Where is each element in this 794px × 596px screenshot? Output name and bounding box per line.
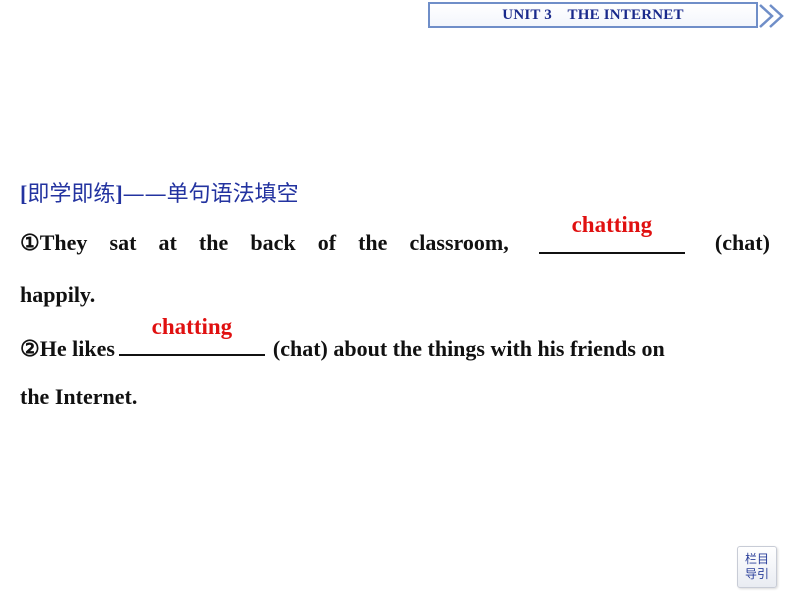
hint: (chat) [714, 230, 770, 255]
answer-blank: chatting [538, 212, 685, 254]
section-guide-button[interactable]: 栏目 导引 [737, 546, 777, 588]
unit-title: UNIT 3 THE INTERNET [502, 6, 684, 23]
exercise-2-line-1: ②He likes chatting (chat) about the things… [20, 314, 665, 361]
answer-blank: chatting [118, 314, 265, 356]
exercise-number: ② [20, 336, 40, 361]
exercise-2-line-2: the Internet. [20, 384, 138, 409]
exercise-1-line-1: ①They sat at the back of the classroom, … [20, 212, 770, 255]
exercise-number: ① [20, 230, 40, 255]
unit-title-banner: UNIT 3 THE INTERNET [428, 2, 758, 28]
exercise-1-line-2: happily. [20, 282, 96, 307]
answer-text: chatting [151, 314, 233, 339]
answer-text: chatting [571, 212, 653, 237]
section-heading: [即学即练]——单句语法填空 [20, 181, 299, 207]
heading-label: 即学即练 [27, 182, 116, 207]
double-chevron-right-icon [759, 4, 784, 28]
heading-subtitle: ——单句语法填空 [122, 182, 299, 207]
